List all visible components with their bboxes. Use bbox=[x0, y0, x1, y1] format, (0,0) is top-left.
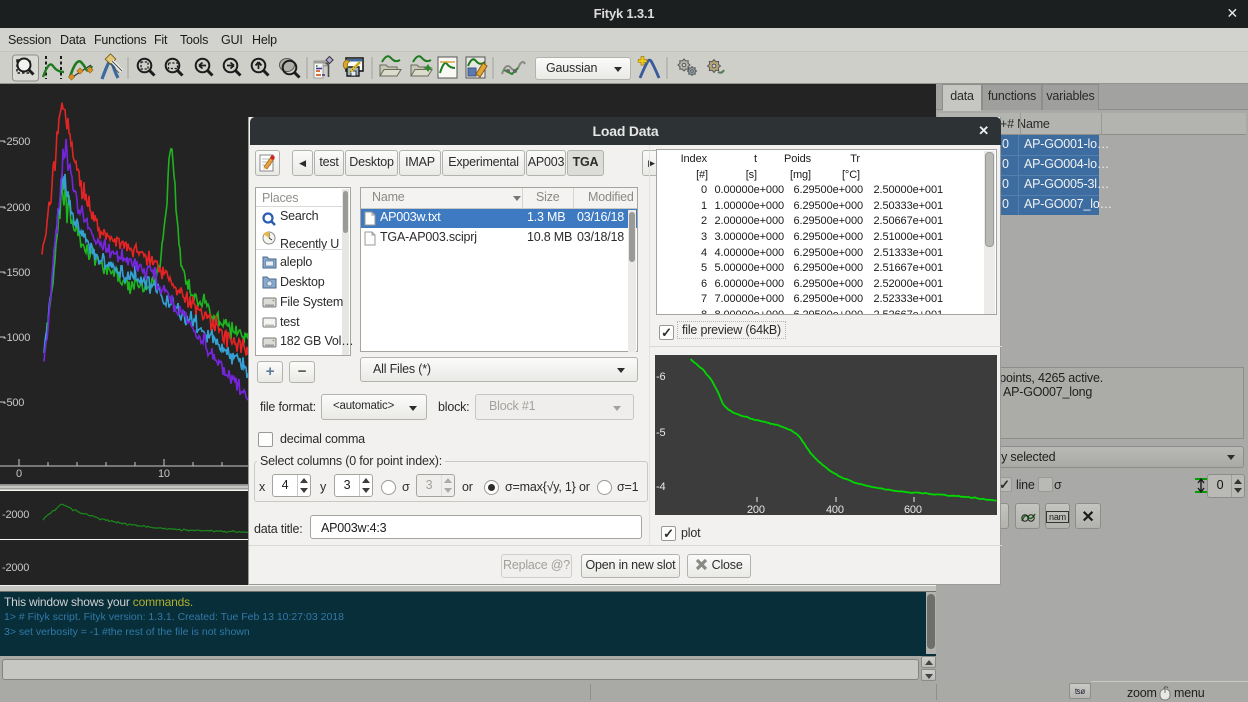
svg-text:-5: -5 bbox=[656, 427, 665, 439]
svg-text:0: 0 bbox=[16, 468, 22, 480]
svg-text:400: 400 bbox=[826, 504, 844, 515]
svg-text:-1000: -1000 bbox=[3, 332, 30, 344]
svg-text:-6: -6 bbox=[656, 371, 665, 383]
svg-text:600: 600 bbox=[904, 504, 922, 515]
svg-text:-500: -500 bbox=[3, 397, 24, 409]
svg-text:-2500: -2500 bbox=[3, 136, 30, 148]
svg-text:-2000: -2000 bbox=[2, 509, 29, 521]
svg-text:10: 10 bbox=[158, 468, 170, 480]
svg-text:-2000: -2000 bbox=[3, 202, 30, 214]
svg-text:-2000: -2000 bbox=[2, 562, 29, 574]
svg-text:200: 200 bbox=[747, 504, 765, 515]
svg-text:-4: -4 bbox=[656, 481, 665, 493]
svg-text:-1500: -1500 bbox=[3, 267, 30, 279]
